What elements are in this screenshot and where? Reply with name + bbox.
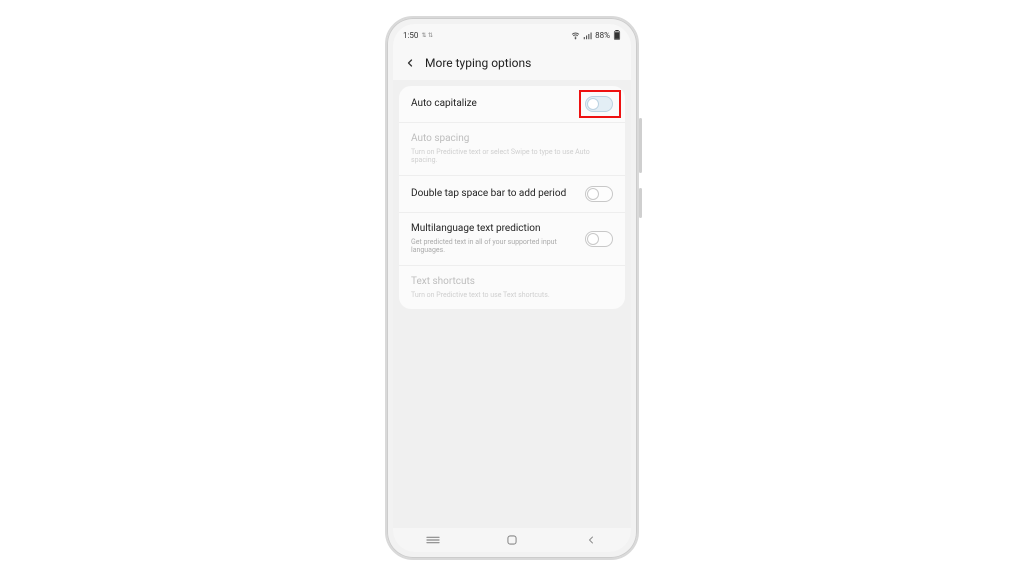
phone-screen: 1:50 ⇅ ⇅ 88% (393, 24, 631, 552)
toggle-double-tap-period[interactable] (585, 186, 613, 202)
row-sublabel: Turn on Predictive text to use Text shor… (411, 291, 613, 300)
phone-side-button (639, 188, 642, 218)
row-auto-capitalize[interactable]: Auto capitalize (399, 86, 625, 123)
row-label: Text shortcuts (411, 276, 613, 289)
status-time: 1:50 (403, 31, 418, 40)
phone-frame: 1:50 ⇅ ⇅ 88% (385, 16, 639, 560)
battery-icon (613, 30, 621, 40)
settings-content: Auto capitalize Auto spacing Turn on Pre… (393, 80, 631, 528)
row-sublabel: Get predicted text in all of your suppor… (411, 238, 577, 256)
signal-icon (583, 31, 592, 40)
wifi-icon (571, 31, 580, 40)
status-left-indicators: ⇅ ⇅ (421, 32, 433, 39)
phone-side-button (639, 118, 642, 173)
nav-recent-button[interactable] (413, 531, 453, 549)
row-label: Double tap space bar to add period (411, 188, 577, 201)
nav-back-button[interactable] (571, 531, 611, 549)
back-button[interactable] (403, 56, 417, 70)
row-double-tap-period[interactable]: Double tap space bar to add period (399, 176, 625, 213)
android-nav-bar (393, 528, 631, 552)
row-sublabel: Turn on Predictive text or select Swipe … (411, 148, 613, 166)
row-text-shortcuts: Text shortcuts Turn on Predictive text t… (399, 266, 625, 309)
page-header: More typing options (393, 46, 631, 81)
row-label: Auto spacing (411, 133, 613, 146)
battery-pct: 88% (595, 31, 610, 40)
nav-home-button[interactable] (492, 531, 532, 549)
row-label: Auto capitalize (411, 98, 577, 111)
row-label: Multilanguage text prediction (411, 223, 577, 236)
toggle-multilanguage-prediction[interactable] (585, 231, 613, 247)
toggle-auto-capitalize[interactable] (585, 96, 613, 112)
settings-card: Auto capitalize Auto spacing Turn on Pre… (399, 86, 625, 309)
page-title: More typing options (425, 56, 531, 70)
status-bar: 1:50 ⇅ ⇅ 88% (393, 24, 631, 46)
row-multilanguage-prediction[interactable]: Multilanguage text prediction Get predic… (399, 213, 625, 266)
row-auto-spacing: Auto spacing Turn on Predictive text or … (399, 123, 625, 176)
